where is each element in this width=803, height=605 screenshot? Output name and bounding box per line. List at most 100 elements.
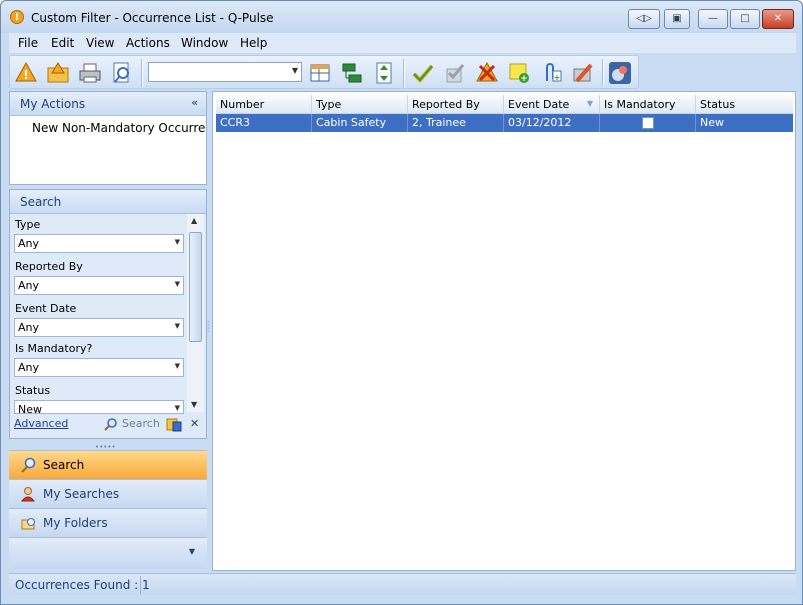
group-icon[interactable] (340, 61, 364, 85)
chevron-down-icon[interactable]: ▼ (189, 547, 195, 556)
reported-by-label: Reported By (15, 260, 83, 273)
menu-window[interactable]: Window (181, 36, 228, 50)
cell-number: CCR3 (216, 114, 312, 132)
toolbar-separator (141, 59, 143, 87)
chevron-down-icon: ▼ (174, 322, 180, 330)
event-date-label: Event Date (15, 302, 77, 315)
column-status[interactable]: Status (696, 95, 793, 114)
warning-icon: ! (10, 10, 24, 24)
reported-by-select[interactable]: Any ▼ (14, 276, 184, 295)
is-mandatory-select[interactable]: Any ▼ (14, 358, 184, 377)
nav-my-searches-label: My Searches (43, 487, 120, 501)
chevron-down-icon: ▼ (174, 404, 180, 412)
chevron-down-icon: ▼ (174, 238, 180, 246)
approve-icon[interactable] (411, 61, 435, 85)
search-title: Search (20, 195, 62, 209)
svg-text:+: + (554, 73, 561, 82)
cell-type: Cabin Safety (312, 114, 408, 132)
edit-icon[interactable] (571, 61, 595, 85)
table-row[interactable]: CCR3 Cabin Safety 2, Trainee 03/12/2012 … (216, 114, 793, 132)
column-event-date[interactable]: Event Date ▼ (504, 95, 600, 114)
toolbar-combo[interactable]: ▼ (148, 62, 302, 82)
column-number[interactable]: Number (216, 95, 312, 114)
is-mandatory-label: Is Mandatory? (15, 342, 93, 355)
search-header: Search (10, 190, 206, 214)
new-occurrence-icon[interactable]: ! (14, 61, 38, 85)
search-button[interactable]: Search (122, 417, 160, 430)
occurrences-found: Occurrences Found : 1 (15, 578, 150, 592)
occurrence-grid: Number Type Reported By Event Date ▼ Is … (212, 91, 796, 571)
tile-button[interactable]: ▣ (664, 9, 690, 29)
search-icon (104, 418, 117, 431)
action-new-non-mandatory[interactable]: New Non-Mandatory Occurrence... (10, 116, 206, 135)
grid-header: Number Type Reported By Event Date ▼ Is … (216, 95, 793, 114)
scroll-down-icon[interactable]: ▼ (191, 400, 197, 409)
toolbar-separator (602, 59, 604, 87)
is-mandatory-checkbox[interactable] (642, 117, 654, 129)
type-select[interactable]: Any ▼ (14, 234, 184, 253)
menu-view[interactable]: View (86, 36, 114, 50)
search-scrollbar[interactable]: ▲ ▼ (187, 214, 204, 412)
user-search-icon (21, 487, 36, 502)
status-select[interactable]: New ▼ (14, 400, 184, 414)
open-folder-icon[interactable] (46, 61, 70, 85)
nav-my-folders-label: My Folders (43, 516, 108, 530)
event-date-select[interactable]: Any ▼ (14, 318, 184, 337)
column-is-mandatory[interactable]: Is Mandatory (600, 95, 696, 114)
menu-actions[interactable]: Actions (126, 36, 170, 50)
is-mandatory-value: Any (18, 361, 40, 374)
svg-text:!: ! (23, 68, 28, 82)
menu-help[interactable]: Help (240, 36, 267, 50)
title-bar: ! Custom Filter - Occurrence List - Q-Pu… (1, 1, 802, 33)
workflow-icon[interactable] (608, 61, 632, 85)
column-type[interactable]: Type (312, 95, 408, 114)
column-event-date-label: Event Date (508, 98, 570, 111)
sort-descending-icon: ▼ (586, 99, 593, 108)
nav-search[interactable]: Search (9, 450, 207, 479)
my-actions-panel: My Actions « New Non-Mandatory Occurrenc… (9, 91, 207, 185)
search-panel: Search Type Any ▼ Reported By Any ▼ Event … (9, 189, 207, 439)
grid-layout-icon[interactable] (308, 61, 332, 85)
nav-overflow[interactable]: ▼ (9, 537, 207, 569)
print-icon[interactable] (78, 61, 102, 85)
reported-by-value: Any (18, 279, 40, 292)
folder-search-icon (21, 518, 35, 530)
scroll-thumb[interactable] (189, 232, 202, 342)
minimize-button[interactable]: — (698, 9, 728, 29)
nav-my-folders[interactable]: My Folders (9, 508, 207, 537)
column-reported-by[interactable]: Reported By (408, 95, 504, 114)
advanced-link[interactable]: Advanced (14, 417, 68, 430)
nav-search-label: Search (43, 458, 85, 472)
search-actions-row: Advanced Search ✕ (10, 414, 206, 434)
toolbar-separator (403, 59, 405, 87)
status-label: Status (15, 384, 51, 397)
left-pane: My Actions « New Non-Mandatory Occurrenc… (9, 91, 207, 571)
type-value: Any (18, 237, 40, 250)
status-value: New (18, 403, 42, 414)
attach-icon[interactable]: + (539, 61, 563, 85)
cell-event-date: 03/12/2012 (504, 114, 600, 132)
save-search-icon[interactable] (166, 416, 182, 432)
close-button[interactable]: ✕ (762, 9, 794, 29)
restore-split-button[interactable]: ◁▷ (628, 9, 660, 29)
nav-my-searches[interactable]: My Searches (9, 479, 207, 508)
app-window: ! Custom Filter - Occurrence List - Q-Pu… (0, 0, 803, 605)
cell-is-mandatory (600, 114, 696, 132)
my-actions-title: My Actions (20, 97, 86, 111)
cancel-occurrence-icon[interactable] (475, 61, 499, 85)
sort-icon[interactable] (372, 61, 396, 85)
add-note-icon[interactable]: + (507, 61, 531, 85)
chevron-down-icon: ▼ (174, 362, 180, 370)
scroll-up-icon[interactable]: ▲ (191, 216, 197, 225)
search-fields: Type Any ▼ Reported By Any ▼ Event Date An… (10, 214, 206, 414)
maximize-button[interactable]: □ (730, 9, 760, 29)
collapse-icon[interactable]: « (191, 96, 198, 109)
preview-icon[interactable] (110, 61, 134, 85)
window-title: Custom Filter - Occurrence List - Q-Puls… (31, 11, 274, 25)
vertical-splitter-grip[interactable]: · · · · (207, 319, 210, 336)
my-actions-header: My Actions « (10, 92, 206, 116)
menu-bar: File Edit View Actions Window Help (9, 33, 796, 53)
menu-edit[interactable]: Edit (51, 36, 74, 50)
menu-file[interactable]: File (18, 36, 38, 50)
clear-search-button[interactable]: ✕ (190, 417, 199, 430)
